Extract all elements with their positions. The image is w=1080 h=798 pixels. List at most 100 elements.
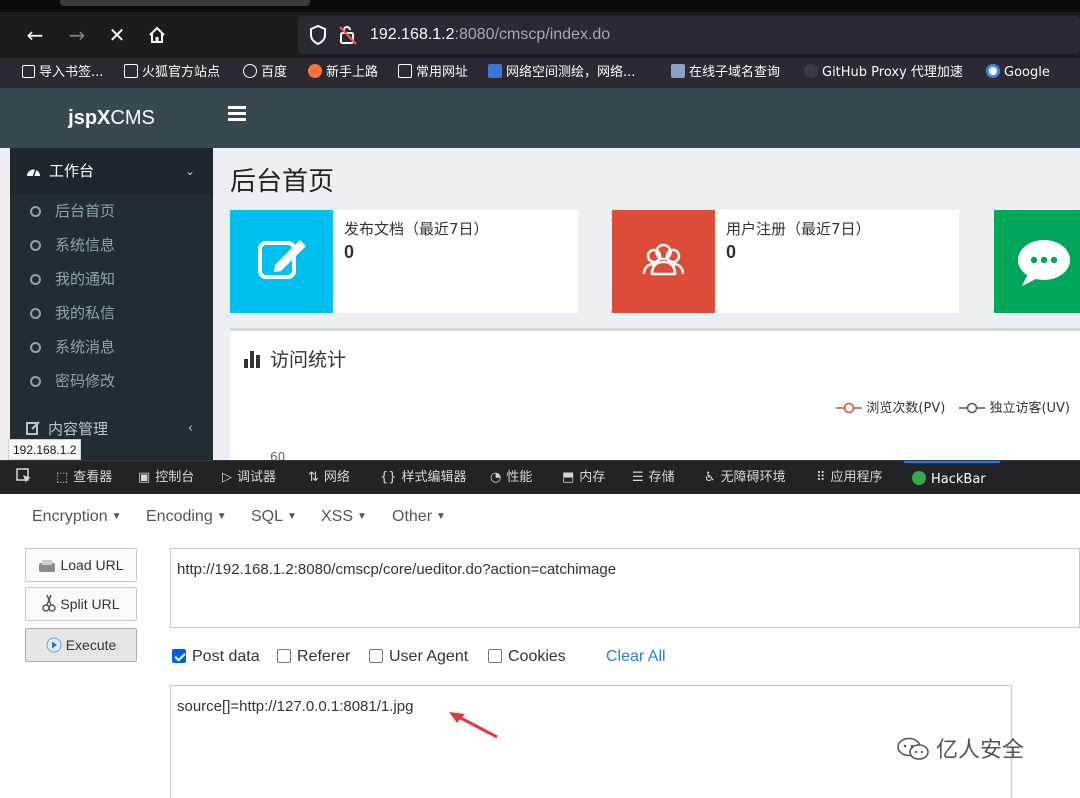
import-icon	[22, 65, 35, 78]
bookmark-google[interactable]: Google	[986, 58, 1050, 88]
sidebar-item-workbench[interactable]: 工作台 ⌄	[10, 148, 213, 194]
bar-chart-icon	[244, 351, 260, 368]
post-data-checkbox[interactable]: Post data	[172, 648, 260, 666]
caret-down-icon: ▼	[287, 511, 297, 522]
sidebar-item-label: 密码修改	[55, 372, 116, 390]
sidebar-item-system-info[interactable]: 系统信息	[10, 228, 213, 262]
watermark: 亿人安全	[896, 732, 1024, 764]
menu-sql[interactable]: SQL ▼	[251, 508, 297, 526]
tab-label: 应用程序	[830, 470, 883, 485]
bookmark-baidu[interactable]: 百度	[243, 58, 287, 88]
tab-hackbar[interactable]: HackBar	[904, 461, 1000, 495]
circle-icon	[30, 376, 41, 387]
button-label: Execute	[65, 637, 117, 653]
stop-loading-icon[interactable]: ✕	[102, 20, 132, 50]
inspector-icon: ⬚	[56, 470, 69, 485]
caret-down-icon: ▼	[216, 511, 227, 522]
bookmark-fofa[interactable]: 网络空间测绘，网络...	[488, 58, 635, 88]
load-url-icon	[39, 560, 56, 572]
bookmark-getting-started[interactable]: 新手上路	[308, 58, 378, 88]
tab-label: 调试器	[237, 470, 277, 485]
sidebar-item-notifications[interactable]: 我的通知	[10, 262, 213, 296]
bookmark-label: 在线子域名查询	[689, 65, 781, 80]
sidebar-item-label: 工作台	[49, 162, 95, 180]
tab-label: 样式编辑器	[401, 470, 467, 485]
checkbox-unchecked-icon	[369, 649, 383, 663]
back-arrow-icon[interactable]: ←	[20, 20, 50, 50]
legend-item-uv[interactable]: 独立访客(UV)	[959, 397, 1070, 416]
bookmark-label: 常用网址	[416, 65, 469, 80]
url-text: 192.168.1.2:8080/cmscp/index.do	[370, 16, 610, 54]
active-tab[interactable]	[60, 0, 310, 6]
clear-all-link[interactable]: Clear All	[606, 648, 666, 666]
referer-checkbox[interactable]: Referer	[277, 648, 350, 666]
tab-label: 内存	[579, 470, 606, 485]
sidebar-item-private-messages[interactable]: 我的私信	[10, 296, 213, 330]
cms-logo[interactable]: jspXCMS	[10, 88, 213, 148]
sidebar-item-label: 我的通知	[55, 270, 116, 288]
menu-xss[interactable]: XSS ▼	[321, 508, 367, 526]
cms-page: jspXCMS 工作台 ⌄ 后台首页 系统信息 我的通知 我的私信 系统消息 密…	[0, 88, 1080, 460]
tab-inspector[interactable]: ⬚ 查看器	[56, 461, 112, 495]
folder-icon	[398, 64, 412, 78]
page-title: 后台首页	[230, 167, 335, 197]
sidebar: 工作台 ⌄ 后台首页 系统信息 我的通知 我的私信 系统消息 密码修改 内容管理…	[10, 148, 213, 460]
user-agent-checkbox[interactable]: User Agent	[369, 648, 468, 666]
menu-label: Other	[392, 508, 433, 525]
address-bar[interactable]: 192.168.1.2:8080/cmscp/index.do	[298, 16, 1080, 54]
tab-memory[interactable]: ⬒ 内存	[562, 461, 605, 495]
tab-debugger[interactable]: ▷ 调试器	[222, 461, 276, 495]
tab-network[interactable]: ⇅ 网络	[308, 461, 350, 495]
post-data-textarea[interactable]: source[]=http://127.0.0.1:8081/1.jpg	[170, 685, 1012, 798]
checkbox-label: Referer	[297, 648, 351, 665]
debugger-icon: ▷	[222, 470, 232, 485]
circle-icon	[30, 274, 41, 285]
cookies-checkbox[interactable]: Cookies	[488, 648, 566, 666]
logo-bold-text: jspX	[68, 107, 111, 129]
menu-encryption[interactable]: Encryption ▼	[32, 508, 122, 526]
menu-encoding[interactable]: Encoding ▼	[146, 508, 227, 526]
url-host: 192.168.1.2	[370, 26, 455, 43]
insecure-lock-icon[interactable]	[338, 24, 358, 46]
storage-icon: ☰	[632, 470, 644, 485]
sidebar-item-change-password[interactable]: 密码修改	[10, 364, 213, 398]
tab-label: 性能	[506, 470, 533, 485]
bookmark-common-sites[interactable]: 常用网址	[398, 58, 468, 88]
edit-document-icon	[230, 210, 333, 313]
tab-accessibility[interactable]: ♿ 无障碍环境	[704, 461, 786, 495]
menu-other[interactable]: Other ▼	[392, 508, 446, 526]
menu-label: Encoding	[146, 508, 213, 525]
tab-label: HackBar	[931, 472, 986, 487]
sidebar-toggle-icon[interactable]	[228, 106, 246, 128]
tracking-protection-shield-icon[interactable]	[308, 24, 328, 46]
circle-icon	[30, 240, 41, 251]
forward-arrow-icon[interactable]: →	[62, 20, 92, 50]
bookmark-import[interactable]: 导入书签...	[22, 58, 103, 88]
legend-label: 浏览次数(PV)	[866, 401, 946, 416]
bookmark-firefox-official[interactable]: 火狐官方站点	[124, 58, 220, 88]
load-url-button[interactable]: Load URL	[25, 548, 137, 582]
wechat-logo-icon	[897, 737, 929, 760]
sidebar-item-home[interactable]: 后台首页	[10, 194, 213, 228]
url-textarea[interactable]: http://192.168.1.2:8080/cmscp/core/uedit…	[170, 548, 1080, 628]
tab-storage[interactable]: ☰ 存储	[632, 461, 675, 495]
devtools-toolbar: ⬚ 查看器 ▣ 控制台 ▷ 调试器 ⇅ 网络 {} 样式编辑器 ◔ 性能 ⬒ 内存 ☰ 存储 ♿…	[0, 460, 1080, 494]
sidebar-item-system-messages[interactable]: 系统消息	[10, 330, 213, 364]
tab-style-editor[interactable]: {} 样式编辑器	[380, 461, 467, 495]
bookmark-github-proxy[interactable]: GitHub Proxy 代理加速	[804, 58, 963, 88]
performance-gauge-icon: ◔	[490, 470, 502, 485]
tab-application[interactable]: ⠿ 应用程序	[816, 461, 883, 495]
tab-console[interactable]: ▣ 控制台	[138, 461, 194, 495]
navigation-toolbar: ← → ✕ 192.168.1.2:8080/cmscp/index.do	[0, 12, 1080, 58]
split-url-button[interactable]: Split URL	[25, 587, 137, 621]
legend-item-pv[interactable]: 浏览次数(PV)	[836, 397, 945, 416]
visit-statistics-panel: 访问统计 浏览次数(PV) 独立访客(UV)	[230, 328, 1080, 460]
tab-label: 无障碍环境	[720, 470, 786, 485]
status-url-tooltip: 192.168.1.2	[8, 439, 82, 460]
circle-icon	[30, 308, 41, 319]
home-icon[interactable]	[142, 20, 172, 50]
bookmark-subdomain-lookup[interactable]: 在线子域名查询	[671, 58, 780, 88]
tab-performance[interactable]: ◔ 性能	[490, 461, 532, 495]
element-picker-icon[interactable]	[16, 461, 32, 495]
execute-button[interactable]: Execute	[25, 628, 137, 662]
